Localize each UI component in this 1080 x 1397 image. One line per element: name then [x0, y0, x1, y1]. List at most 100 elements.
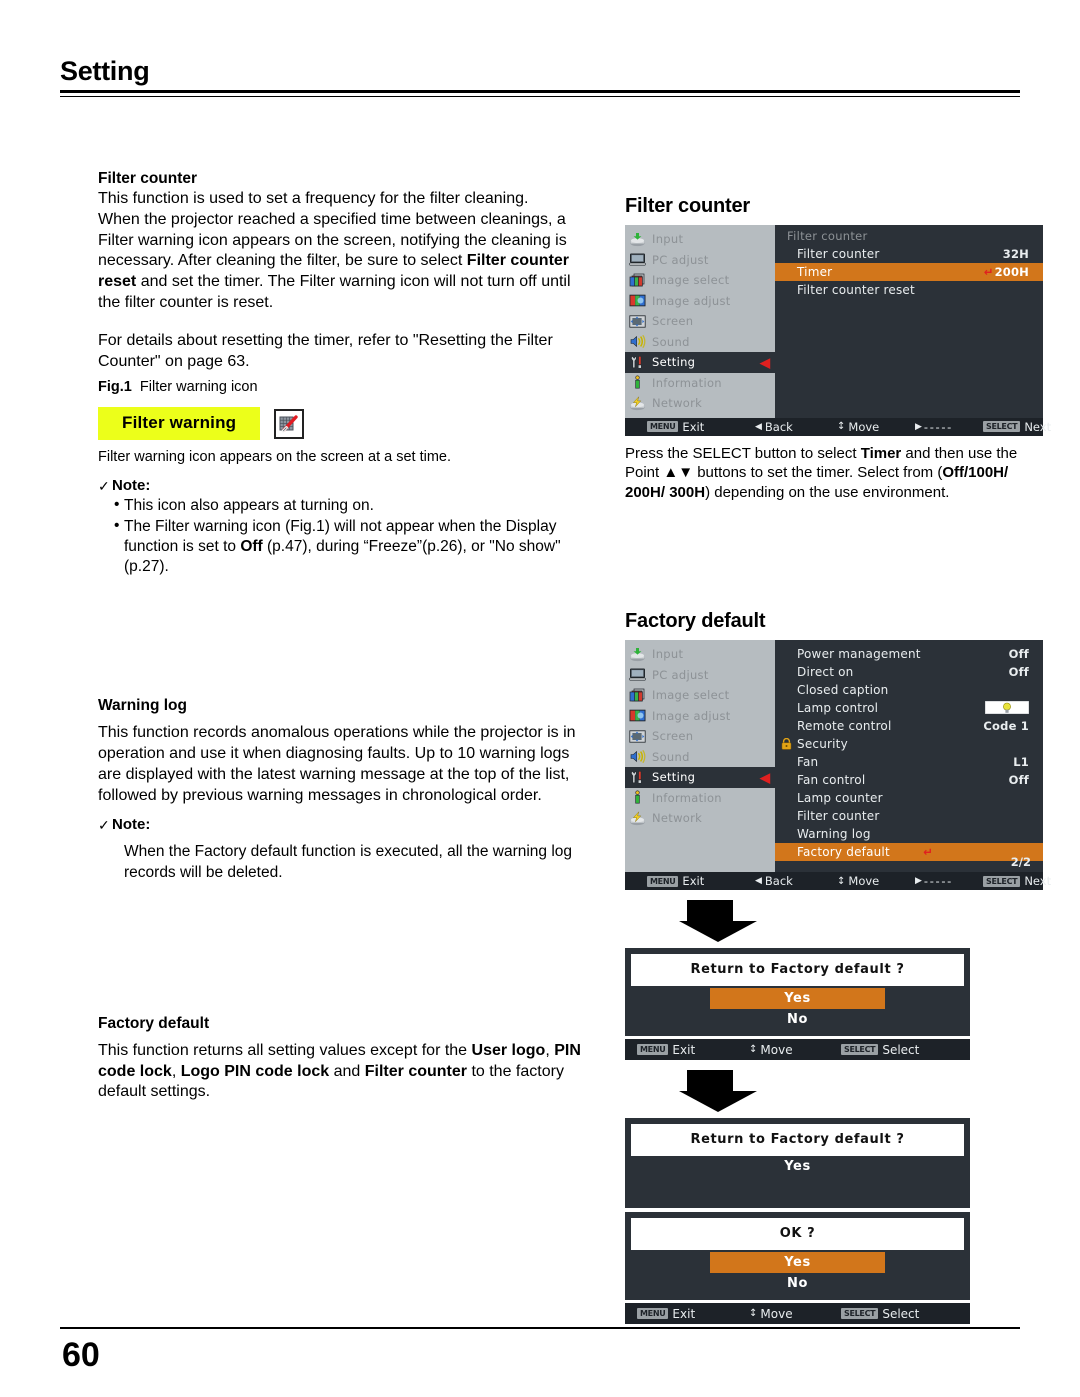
osd2-next[interactable]: SELECT Next	[983, 874, 1051, 888]
dialog1-no-button[interactable]: No	[631, 1009, 964, 1030]
sidebar-item-setting[interactable]: Setting ◀	[625, 767, 775, 788]
filter-warning-chip: Filter warning	[98, 407, 261, 441]
dialog2b-select[interactable]: SELECT Select	[841, 1307, 919, 1321]
sidebar-item-label: PC adjust	[652, 252, 709, 267]
osd2-statusbar: MENU Exit ◀ Back ↕ Move ▶ - - - - - SELECT Ne…	[625, 872, 1051, 890]
lock-icon	[781, 737, 792, 753]
osd2-rows[interactable]: Power management Off Direct on Off Closed ca…	[775, 645, 1043, 861]
sidebar-item-image-select[interactable]: Image select	[625, 270, 775, 291]
menu-row-direct-on[interactable]: Direct on Off	[775, 663, 1043, 681]
menu-row-filter-counter-reset[interactable]: Filter counter reset	[775, 281, 1043, 299]
dialog2b-move[interactable]: ↕ Move	[749, 1307, 793, 1321]
sidebar-item-information[interactable]: Information	[625, 788, 775, 809]
dialog2b-select-label: Select	[882, 1306, 920, 1321]
network-icon	[629, 396, 646, 411]
sidebar-item-input[interactable]: Input	[625, 644, 775, 665]
sidebar-item-pc-adjust[interactable]: PC adjust	[625, 250, 775, 271]
arrow-stem	[687, 1070, 733, 1092]
sidebar-item-image-select[interactable]: Image select	[625, 685, 775, 706]
osd1-rows[interactable]: Filter counter 32H Timer ↵200H Filter counte…	[775, 245, 1043, 299]
sidebar-item-setting[interactable]: Setting ◀	[625, 352, 775, 373]
menu-row-filter-counter[interactable]: Filter counter	[775, 807, 1043, 825]
menu-row-value: Off	[1008, 647, 1029, 661]
sidebar-item-image-adjust[interactable]: Image adjust	[625, 291, 775, 312]
sidebar-item-screen[interactable]: Screen	[625, 726, 775, 747]
osd1-caption: Press the SELECT button to select Timer …	[625, 444, 1045, 503]
sidebar-item-pc-adjust[interactable]: PC adjust	[625, 665, 775, 686]
dialog1-move-label: Move	[760, 1042, 793, 1057]
menu-row-lamp-control[interactable]: Lamp control	[775, 699, 1043, 717]
menu-row-value: ↵	[923, 845, 933, 859]
spacer-gap	[98, 883, 588, 1013]
dialog2b-statusbar: MENU Exit ↕ Move SELECT Select	[625, 1303, 970, 1324]
menu-row-fan[interactable]: Fan L1	[775, 753, 1043, 771]
image-select-icon	[629, 273, 646, 288]
page-header: Setting	[60, 55, 1020, 97]
fd-c: ,	[545, 1041, 555, 1059]
warning-log-paragraph: This function records anomalous operatio…	[98, 724, 576, 804]
filter-counter-paragraph-1: This function is used to set a frequency…	[98, 190, 529, 207]
sidebar-item-information[interactable]: Information	[625, 373, 775, 394]
sidebar-item-input[interactable]: Input	[625, 229, 775, 250]
menu-key-icon: MENU	[637, 1044, 669, 1055]
osd1-back[interactable]: ◀ Back	[755, 420, 793, 434]
right-column: Filter counter Input PC adjust Image selec…	[625, 195, 1051, 1324]
sidebar-item-label: Information	[652, 790, 722, 805]
dialog1-select[interactable]: SELECT Select	[841, 1043, 919, 1057]
sidebar-item-screen[interactable]: Screen	[625, 311, 775, 332]
menu-row-fan-control[interactable]: Fan control Off	[775, 771, 1043, 789]
menu-row-warning-log[interactable]: Warning log	[775, 825, 1043, 843]
updown-arrow-icon: ↕	[837, 875, 846, 887]
osd1-move[interactable]: ↕ Move	[837, 420, 879, 434]
sidebar-item-network[interactable]: Network	[625, 808, 775, 829]
note-title: Note:	[112, 477, 151, 495]
menu-row-label: Lamp control	[797, 701, 879, 715]
osd1-panel-header: Filter counter	[787, 229, 868, 243]
arrow-stem	[687, 900, 733, 922]
factory-default-paragraph: This function returns all setting values…	[98, 1041, 588, 1103]
dialog-1-wrap: Return to Factory default ? Yes No MENU E…	[625, 948, 1045, 1060]
dialog2b-no-button[interactable]: No	[631, 1273, 964, 1294]
menu-row-filter-counter[interactable]: Filter counter 32H	[775, 245, 1043, 263]
menu-row-label: Warning log	[797, 827, 871, 841]
osd2-back[interactable]: ◀ Back	[755, 874, 793, 888]
dialog2b-yes-button[interactable]: Yes	[710, 1252, 885, 1273]
osd2-move[interactable]: ↕ Move	[837, 874, 879, 888]
note-block-2: ✓ Note: When the Factory default function…	[98, 815, 588, 882]
menu-row-closed-caption[interactable]: Closed caption	[775, 681, 1043, 699]
monitor-icon	[629, 252, 646, 267]
filter-counter-paragraph-3: For details about resetting the timer, r…	[98, 331, 553, 370]
osd1-next[interactable]: SELECT Next	[983, 420, 1051, 434]
menu-row-lamp-counter[interactable]: Lamp counter	[775, 789, 1043, 807]
osd1-exit[interactable]: MENU Exit	[647, 420, 704, 434]
osd2-move-label: Move	[848, 874, 880, 888]
menu-row-remote-control[interactable]: Remote control Code 1	[775, 717, 1043, 735]
osd2-exit[interactable]: MENU Exit	[647, 874, 704, 888]
check-icon: ✓	[98, 817, 110, 834]
filter-warning-badge: Filter warning	[98, 407, 588, 441]
sidebar-item-label: Image adjust	[652, 708, 731, 723]
arrow-head	[679, 921, 757, 942]
sidebar-item-network[interactable]: Network	[625, 393, 775, 414]
osd2-exit-label: Exit	[682, 874, 705, 888]
sidebar-item-sound[interactable]: Sound	[625, 747, 775, 768]
bullet-icon: •	[114, 496, 120, 514]
osd1-sidebar[interactable]: Input PC adjust Image select Image adjust Sc…	[625, 225, 775, 418]
menu-row-label: Direct on	[797, 665, 854, 679]
osd2-sidebar[interactable]: Input PC adjust Image select Image adjust Sc…	[625, 640, 775, 872]
menu-row-security[interactable]: Security	[775, 735, 1043, 753]
menu-row-factory-default[interactable]: Factory default ↵	[775, 843, 1043, 861]
menu-row-timer[interactable]: Timer ↵200H	[775, 263, 1043, 281]
selected-left-arrow-icon: ◀	[760, 769, 770, 785]
menu-row-value: Off	[1008, 665, 1029, 679]
dialog2b-exit[interactable]: MENU Exit	[637, 1307, 695, 1321]
dialog1-move[interactable]: ↕ Move	[749, 1043, 793, 1057]
dialog1-yes-button[interactable]: Yes	[710, 988, 885, 1009]
sidebar-item-sound[interactable]: Sound	[625, 332, 775, 353]
sidebar-item-image-adjust[interactable]: Image adjust	[625, 706, 775, 727]
speaker-icon	[629, 749, 646, 764]
dialog1-exit[interactable]: MENU Exit	[637, 1043, 695, 1057]
menu-row-power-management[interactable]: Power management Off	[775, 645, 1043, 663]
